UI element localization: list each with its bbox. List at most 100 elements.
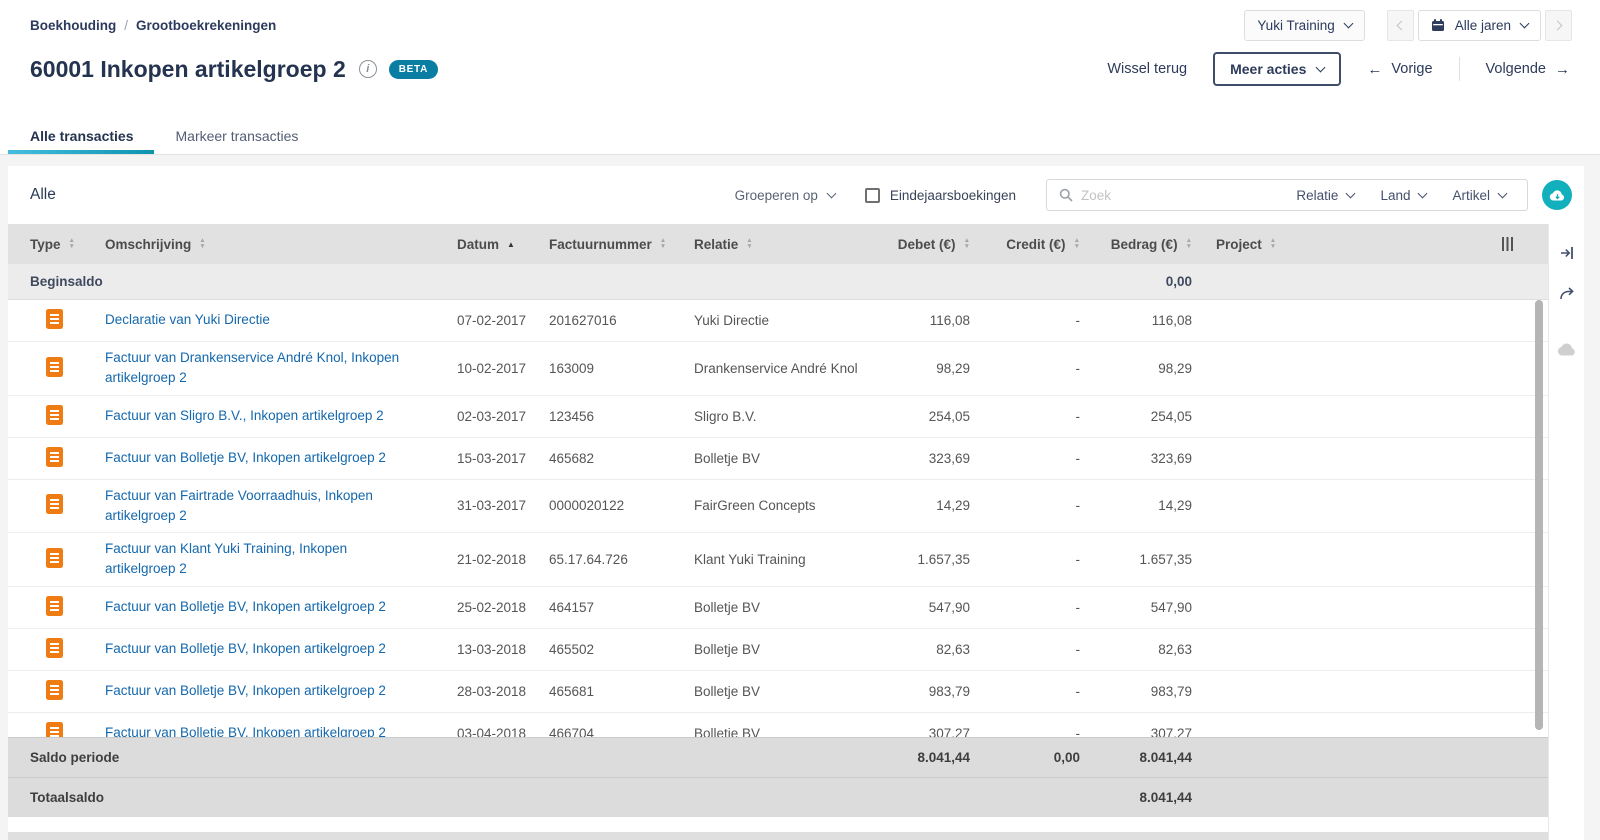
column-header-datum[interactable]: Datum▲	[435, 237, 527, 252]
transaction-link[interactable]: Factuur van Bolletje BV, Inkopen artikel…	[105, 448, 402, 468]
breadcrumb-item-boekhouding[interactable]: Boekhouding	[30, 18, 116, 33]
type-cell	[8, 596, 83, 619]
volgende-label: Volgende	[1486, 61, 1546, 77]
column-settings-cell	[1304, 237, 1548, 251]
sort-icon: ▲▼	[69, 238, 75, 250]
breadcrumb-item-grootboekrekeningen[interactable]: Grootboekrekeningen	[136, 18, 276, 33]
eindejaarsboekingen-checkbox[interactable]: Eindejaarsboekingen	[865, 188, 1016, 203]
column-header-omschrijving[interactable]: Omschrijving▲▼	[83, 237, 435, 252]
bottom-strip	[8, 832, 1548, 840]
vorige-button[interactable]: ← Vorige	[1367, 61, 1432, 78]
tab-markeer-transacties[interactable]: Markeer transacties	[176, 117, 299, 154]
column-label: Debet (€)	[898, 237, 956, 252]
transaction-link[interactable]: Declaratie van Yuki Directie	[105, 310, 286, 330]
factuurnummer-cell: 465502	[527, 642, 672, 657]
year-prev-button[interactable]	[1387, 10, 1414, 41]
administration-select[interactable]: Yuki Training	[1244, 10, 1364, 41]
wissel-terug-button[interactable]: Wissel terug	[1107, 61, 1187, 77]
group-by-label: Groeperen op	[735, 188, 818, 203]
column-header-credit[interactable]: Credit (€)▲▼	[972, 237, 1082, 252]
column-header-project[interactable]: Project▲▼	[1194, 237, 1304, 252]
page-title: 60001 Inkopen artikelgroep 2	[30, 56, 346, 83]
administration-label: Yuki Training	[1257, 18, 1334, 33]
type-cell	[8, 309, 83, 332]
beta-badge: BETA	[389, 60, 438, 79]
credit-cell: -	[972, 498, 1082, 513]
collapse-panel-button[interactable]	[1549, 233, 1584, 273]
filter-dropdown-label: Relatie	[1296, 188, 1338, 203]
column-header-relatie[interactable]: Relatie▲▼	[672, 237, 864, 252]
bedrag-cell: 307,27	[1082, 726, 1194, 738]
year-next-button[interactable]	[1545, 10, 1572, 41]
filter-dropdown-relatie[interactable]: Relatie	[1283, 188, 1367, 203]
redo-button[interactable]	[1549, 273, 1584, 313]
cloud-sync-button[interactable]	[1549, 329, 1584, 369]
year-filter-select[interactable]: Alle jaren	[1418, 10, 1541, 41]
chevron-down-icon	[826, 189, 836, 199]
transaction-link[interactable]: Factuur van Sligro B.V., Inkopen artikel…	[105, 406, 400, 426]
datum-cell: 25-02-2018	[435, 600, 527, 615]
table-row[interactable]: Declaratie van Yuki Directie07-02-201720…	[8, 300, 1548, 342]
table-row[interactable]: Factuur van Bolletje BV, Inkopen artikel…	[8, 713, 1548, 738]
table-row[interactable]: Factuur van Sligro B.V., Inkopen artikel…	[8, 396, 1548, 438]
chevron-right-icon	[1553, 20, 1563, 30]
chevron-down-icon	[1346, 189, 1356, 199]
vertical-scrollbar[interactable]	[1535, 300, 1543, 730]
filter-bar-right: Groeperen op Eindejaarsboekingen Relatie…	[735, 179, 1572, 211]
tab-alle-transacties[interactable]: Alle transacties	[30, 117, 134, 154]
omschrijving-cell: Factuur van Bolletje BV, Inkopen artikel…	[83, 681, 435, 701]
datum-cell: 10-02-2017	[435, 361, 527, 376]
table-row[interactable]: Factuur van Klant Yuki Training, Inkopen…	[8, 533, 1548, 587]
filter-dropdown-artikel[interactable]: Artikel	[1439, 188, 1519, 203]
relatie-cell: Yuki Directie	[672, 313, 864, 328]
table-row[interactable]: Factuur van Bolletje BV, Inkopen artikel…	[8, 438, 1548, 480]
transaction-link[interactable]: Factuur van Bolletje BV, Inkopen artikel…	[105, 723, 402, 737]
transaction-link[interactable]: Factuur van Bolletje BV, Inkopen artikel…	[105, 639, 402, 659]
sort-icon: ▲▼	[746, 238, 752, 250]
calendar-icon	[1431, 19, 1445, 32]
transaction-link[interactable]: Factuur van Fairtrade Voorraadhuis, Inko…	[105, 486, 435, 527]
info-icon[interactable]: i	[359, 60, 377, 78]
search-input[interactable]	[1081, 188, 1283, 203]
meer-acties-button[interactable]: Meer acties	[1213, 52, 1341, 86]
saldo-periode-credit: 0,00	[972, 750, 1082, 765]
transaction-link[interactable]: Factuur van Drankenservice André Knol, I…	[105, 348, 435, 389]
invoice-icon	[46, 722, 63, 738]
relatie-cell: Bolletje BV	[672, 642, 864, 657]
download-button[interactable]	[1542, 180, 1572, 210]
filter-dropdown-land[interactable]: Land	[1367, 188, 1439, 203]
chevron-down-icon	[1418, 189, 1428, 199]
column-header-debet[interactable]: Debet (€)▲▼	[864, 237, 972, 252]
credit-cell: -	[972, 726, 1082, 738]
column-header-factuurnummer[interactable]: Factuurnummer▲▼	[527, 237, 672, 252]
sort-ascending-icon: ▲	[507, 240, 515, 249]
table-row[interactable]: Factuur van Drankenservice André Knol, I…	[8, 342, 1548, 396]
transaction-link[interactable]: Factuur van Bolletje BV, Inkopen artikel…	[105, 681, 402, 701]
table-row[interactable]: Factuur van Fairtrade Voorraadhuis, Inko…	[8, 480, 1548, 534]
filter-dropdown-label: Land	[1380, 188, 1410, 203]
table-row[interactable]: Factuur van Bolletje BV, Inkopen artikel…	[8, 587, 1548, 629]
type-cell	[8, 447, 83, 470]
beginsaldo-label: Beginsaldo	[8, 274, 864, 289]
top-bar: Boekhouding/Grootboekrekeningen Yuki Tra…	[0, 0, 1600, 46]
table-column: Type▲▼Omschrijving▲▼Datum▲Factuurnummer▲…	[8, 224, 1548, 840]
transaction-link[interactable]: Factuur van Klant Yuki Training, Inkopen…	[105, 539, 435, 580]
debet-cell: 14,29	[864, 498, 972, 513]
column-settings-icon[interactable]	[1502, 237, 1505, 251]
transaction-link[interactable]: Factuur van Bolletje BV, Inkopen artikel…	[105, 597, 402, 617]
volgende-button[interactable]: Volgende →	[1486, 61, 1570, 78]
chevron-down-icon	[1343, 19, 1353, 29]
table-row[interactable]: Factuur van Bolletje BV, Inkopen artikel…	[8, 629, 1548, 671]
sort-icon: ▲▼	[1270, 238, 1276, 250]
beginsaldo-bedrag: 0,00	[1082, 274, 1194, 289]
relatie-cell: Drankenservice André Knol	[672, 361, 864, 376]
relatie-cell: Bolletje BV	[672, 600, 864, 615]
checkbox-box[interactable]	[865, 188, 880, 203]
group-by-select[interactable]: Groeperen op	[735, 188, 835, 203]
table-header: Type▲▼Omschrijving▲▼Datum▲Factuurnummer▲…	[8, 224, 1548, 264]
column-header-bedrag[interactable]: Bedrag (€)▲▼	[1082, 237, 1194, 252]
factuurnummer-cell: 465681	[527, 684, 672, 699]
factuurnummer-cell: 65.17.64.726	[527, 552, 672, 567]
table-row[interactable]: Factuur van Bolletje BV, Inkopen artikel…	[8, 671, 1548, 713]
column-header-type[interactable]: Type▲▼	[8, 237, 83, 252]
